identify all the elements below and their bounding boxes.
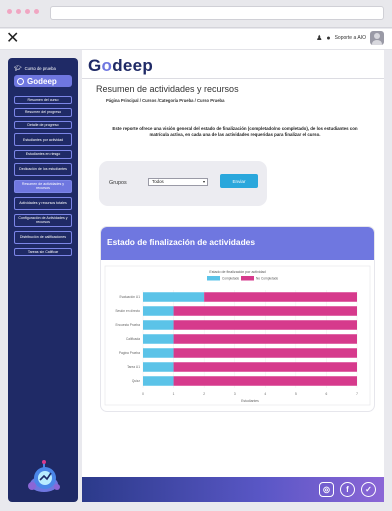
groups-select-value: Todos xyxy=(152,179,164,184)
y-tick-label: Quizz xyxy=(132,379,141,383)
chart-card-header: Estado de finalización de actividades xyxy=(101,227,374,260)
app-window: ✕ ♟ ● Soporte a AIO 🎓︎ Curso de prueba G… xyxy=(0,0,392,511)
x-tick-label: 7 xyxy=(356,392,358,396)
top-bar: ✕ ♟ ● Soporte a AIO xyxy=(0,29,392,50)
window-dot[interactable] xyxy=(16,9,21,14)
support-link[interactable]: Soporte a AIO xyxy=(335,35,366,41)
footer: ◎ f ✓ xyxy=(82,477,384,502)
divider xyxy=(82,78,384,79)
groups-select[interactable]: Todos ▾ xyxy=(148,178,208,186)
x-tick-label: 1 xyxy=(173,392,175,396)
brand-prefix: G xyxy=(88,56,102,75)
sidebar-item[interactable]: Detalle de progreso xyxy=(14,120,72,130)
facebook-icon[interactable]: f xyxy=(340,482,355,497)
course-link-label: Curso de prueba xyxy=(24,66,56,71)
chart-bar xyxy=(143,362,174,372)
chart-bar xyxy=(143,306,174,316)
brand-suffix: deep xyxy=(112,56,154,75)
x-axis-label: Estudiantes xyxy=(241,399,259,403)
chart-bar xyxy=(143,334,174,344)
mascot-icon xyxy=(28,460,60,492)
submit-button[interactable]: Enviar xyxy=(220,174,258,188)
chart-bar xyxy=(143,348,174,358)
legend-swatch xyxy=(241,276,254,281)
chart-bar xyxy=(143,376,174,386)
sidebar-logo-text: Godeep xyxy=(27,76,57,86)
instagram-icon[interactable]: ◎ xyxy=(319,482,334,497)
x-tick-label: 5 xyxy=(295,392,297,396)
bell-icon[interactable]: ♟ xyxy=(316,34,322,42)
breadcrumb[interactable]: Página Principal / Cursos /Categoría Pru… xyxy=(106,98,224,103)
window-controls xyxy=(7,9,39,14)
sidebar: 🎓︎ Curso de prueba Godeep Resumen del cu… xyxy=(8,58,78,502)
sidebar-item[interactable]: Resumen de actividades y recursos xyxy=(14,179,72,193)
filter-card: Grupos Todos ▾ Enviar xyxy=(99,161,267,206)
chart-bar xyxy=(173,334,357,344)
report-description: Este reporte ofrece una visión general d… xyxy=(112,126,358,137)
window-dot[interactable] xyxy=(34,9,39,14)
chart-title: Estado de finalización por actividad xyxy=(209,270,265,274)
y-tick-label: Tarea U1 xyxy=(127,365,140,369)
sidebar-menu: Resumen del curso Resumen del progreso Det… xyxy=(14,96,72,257)
chat-icon[interactable]: ● xyxy=(326,35,330,42)
x-tick-label: 6 xyxy=(326,392,328,396)
top-right-actions: ♟ ● Soporte a AIO xyxy=(316,31,384,45)
x-tick-label: 4 xyxy=(264,392,266,396)
y-tick-label: Sesión en directo xyxy=(115,309,140,313)
y-tick-label: Calificada xyxy=(126,337,140,341)
browser-chrome xyxy=(0,0,392,28)
sidebar-item[interactable]: Actividades y recursos totales xyxy=(14,196,72,210)
brand-logo: Godeep xyxy=(88,56,153,76)
window-dot[interactable] xyxy=(25,9,30,14)
sidebar-item[interactable]: Resumen del curso xyxy=(14,96,72,105)
chevron-down-icon: ▾ xyxy=(202,179,205,184)
twitter-icon[interactable]: ✓ xyxy=(361,482,376,497)
sidebar-item[interactable]: Tareas sin Calificar xyxy=(14,247,72,257)
address-bar[interactable] xyxy=(50,6,384,20)
y-tick-label: Evaluación U1 xyxy=(119,295,140,299)
sidebar-item[interactable]: Distribución de calificaciones xyxy=(14,230,72,244)
logo-ring-icon xyxy=(17,77,24,85)
chart-card-title: Estado de finalización de actividades xyxy=(107,237,256,247)
x-tick-label: 2 xyxy=(203,392,205,396)
groups-label: Grupos xyxy=(109,180,127,186)
sidebar-item[interactable]: Resumen del progreso xyxy=(14,108,72,117)
chart-bar xyxy=(204,292,357,302)
sidebar-item[interactable]: Estudiantes por actividad xyxy=(14,133,72,147)
chart-bar xyxy=(173,306,357,316)
main-content: Godeep Resumen de actividades y recursos… xyxy=(82,50,384,502)
sidebar-item[interactable]: Configuración de Actividades y recursos xyxy=(14,213,72,227)
chart-bar xyxy=(173,376,357,386)
chart-bar xyxy=(143,292,205,302)
legend-swatch xyxy=(207,276,220,281)
completion-chart: Estado de finalización por actividad Comp… xyxy=(104,265,371,406)
avatar[interactable] xyxy=(370,31,384,45)
course-link[interactable]: 🎓︎ Curso de prueba xyxy=(14,65,56,72)
y-tick-label: Pagina Prueba xyxy=(119,351,140,355)
legend-label: Completado xyxy=(222,277,239,281)
graduation-cap-icon: 🎓︎ xyxy=(14,66,22,72)
chart-bar xyxy=(143,320,174,330)
page-title: Resumen de actividades y recursos xyxy=(96,84,239,94)
x-tick-label: 0 xyxy=(142,392,144,396)
x-tick-label: 3 xyxy=(234,392,236,396)
y-tick-label: Encuesta Prueba xyxy=(116,323,141,327)
brand-o: o xyxy=(101,56,113,75)
close-icon[interactable]: ✕ xyxy=(6,30,19,48)
chart-card: Estado de finalización de actividades Es… xyxy=(101,227,374,411)
chart-bar xyxy=(173,320,357,330)
sidebar-item[interactable]: Estudiantes en riesgo xyxy=(14,150,72,159)
sidebar-item[interactable]: Dedicación de los estudiantes xyxy=(14,162,72,176)
chart-bar xyxy=(173,348,357,358)
legend-label: No Completado xyxy=(256,277,278,281)
social-links: ◎ f ✓ xyxy=(319,482,376,497)
sidebar-logo: Godeep xyxy=(14,75,72,87)
window-dot[interactable] xyxy=(7,9,12,14)
chart-bar xyxy=(173,362,357,372)
